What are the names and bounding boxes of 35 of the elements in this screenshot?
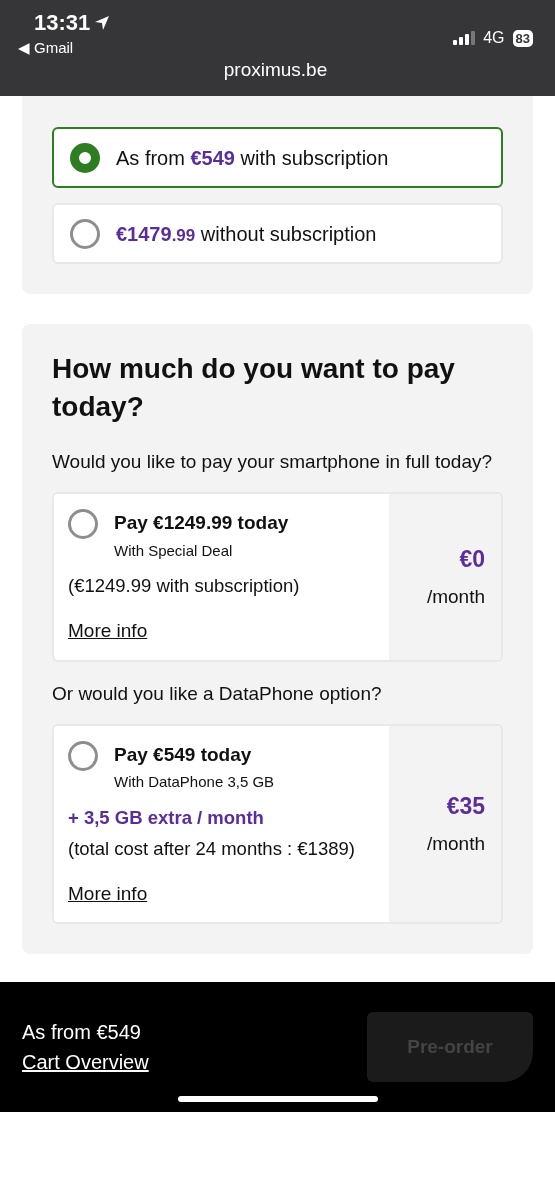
total-price: As from €549 <box>22 1020 142 1045</box>
plan-title: Pay €1249.99 today <box>114 511 289 535</box>
signal-icon <box>453 31 476 45</box>
plan-option[interactable]: Pay €549 today With DataPhone 3,5 GB + 3,5 GB extra / month (total cost after 24 months : €1389) More info €35 /month <box>52 723 503 924</box>
more-info-link[interactable]: More info <box>68 882 148 904</box>
option-label: As from €549 with subscription <box>116 145 389 171</box>
cart-overview-link[interactable]: Cart Overview <box>22 1051 149 1073</box>
plan-extra: + 3,5 GB extra / month <box>68 805 265 830</box>
status-time: 13:31 <box>34 10 91 36</box>
battery-level: 83 <box>512 29 533 47</box>
url-text: proximus.be <box>222 58 329 82</box>
price-period: /month <box>425 584 485 609</box>
radio-button[interactable] <box>68 509 98 539</box>
price-period: /month <box>425 831 485 856</box>
price-option[interactable]: As from €549 with subscription <box>52 127 503 188</box>
radio-button[interactable] <box>70 218 100 249</box>
plan-details: (€1249.99 with subscription) <box>68 574 301 598</box>
network-type: 4G <box>483 28 505 48</box>
plan-title: Pay €549 today <box>114 742 253 767</box>
option-label: €1479.99 without subscription <box>116 221 377 247</box>
radio-button[interactable] <box>70 142 100 173</box>
question-text: Would you like to pay your smartphone in full today? <box>52 450 494 474</box>
price-option[interactable]: €1479.99 without subscription <box>52 203 503 264</box>
plan-details: (total cost after 24 months : €1389) <box>68 836 356 861</box>
section-heading: How much do you want to pay today? <box>52 352 456 424</box>
monthly-price: €35 <box>445 792 485 822</box>
plan-subtitle: With DataPhone 3,5 GB <box>114 772 275 792</box>
radio-button[interactable] <box>68 740 98 771</box>
question-text: Or would you like a DataPhone option? <box>52 681 383 706</box>
plan-subtitle: With Special Deal <box>114 540 234 561</box>
location-arrow-icon <box>94 15 111 31</box>
more-info-link[interactable]: More info <box>68 620 148 641</box>
monthly-price: €0 <box>458 545 485 575</box>
plan-option[interactable]: Pay €1249.99 today With Special Deal (€1249.99 with subscription) More info €0 /month <box>52 492 503 662</box>
back-to-app-link[interactable]: ◀ Gmail <box>18 38 74 58</box>
